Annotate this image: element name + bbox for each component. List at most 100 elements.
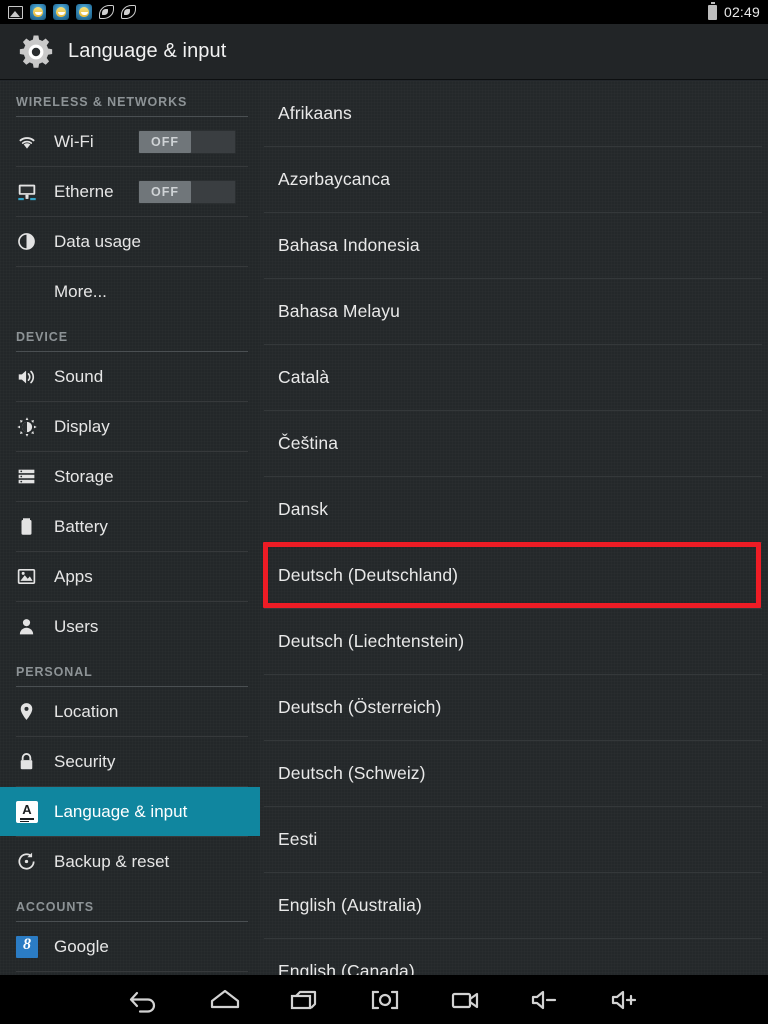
- app-notification-icon-3: [76, 4, 92, 20]
- sidebar-item-label: Display: [54, 417, 110, 437]
- sidebar-item-etherne[interactable]: Etherne OFF: [0, 167, 260, 216]
- settings-content: WIRELESS & NETWORKS Wi-Fi OFF Etherne OFF Dat…: [0, 81, 768, 975]
- home-button[interactable]: [185, 975, 265, 1024]
- sidebar-item-battery[interactable]: Battery: [0, 502, 260, 551]
- sidebar-item-data-usage[interactable]: Data usage: [0, 217, 260, 266]
- toggle-state-label: OFF: [151, 185, 179, 199]
- users-icon: [16, 616, 42, 637]
- language-item-e-tina[interactable]: Čeština: [260, 411, 768, 476]
- sidebar-item-label: Apps: [54, 567, 93, 587]
- etherne-toggle[interactable]: OFF: [138, 180, 236, 204]
- toggle-state-label: OFF: [151, 135, 179, 149]
- screenshot-button[interactable]: [345, 975, 425, 1024]
- page-title: Language & input: [68, 40, 226, 63]
- backup-reset-icon: [16, 851, 42, 872]
- location-pin-icon: [16, 701, 42, 722]
- sidebar-item-display[interactable]: Display: [0, 402, 260, 451]
- settings-gear-icon[interactable]: [14, 30, 58, 74]
- storage-icon: [16, 466, 42, 487]
- language-input-icon: A: [16, 801, 42, 823]
- sidebar-item-wi-fi[interactable]: Wi-Fi OFF: [0, 117, 260, 166]
- sidebar-item-label: Wi-Fi: [54, 132, 94, 152]
- language-item-label: English (Canada): [278, 961, 415, 975]
- language-item-deutsch-liechtenstein[interactable]: Deutsch (Liechtenstein): [260, 609, 768, 674]
- android-settings-screen: 02:49 Language & input WIRELESS & NETWOR…: [0, 0, 768, 1024]
- language-item-label: Dansk: [278, 499, 328, 520]
- sidebar-item-security[interactable]: Security: [0, 737, 260, 786]
- sidebar-group-header: WIRELESS & NETWORKS: [0, 81, 260, 116]
- language-item-label: Deutsch (Österreich): [278, 697, 441, 718]
- app-notification-icon-2: [53, 4, 69, 20]
- sidebar-item-storage[interactable]: Storage: [0, 452, 260, 501]
- leaf-notification-icon-1: [99, 5, 114, 19]
- screen-record-button[interactable]: [425, 975, 505, 1024]
- language-item-eesti[interactable]: Eesti: [260, 807, 768, 872]
- language-item-dansk[interactable]: Dansk: [260, 477, 768, 542]
- app-notification-icon-1: [30, 4, 46, 20]
- display-icon: [16, 416, 42, 438]
- language-item-label: Deutsch (Deutschland): [278, 565, 458, 586]
- status-bar-clock: 02:49: [724, 4, 760, 20]
- sidebar-item-label: Users: [54, 617, 98, 637]
- language-list-pane[interactable]: Afrikaans AzərbaycancaBahasa Indonesia Bah…: [260, 81, 768, 975]
- gallery-screenshot-icon: [8, 6, 23, 19]
- sidebar-item-language-input[interactable]: A Language & input: [0, 787, 260, 836]
- sidebar-item-label: Backup & reset: [54, 852, 169, 872]
- sidebar-item-label: Battery: [54, 517, 108, 537]
- language-item-english-canada[interactable]: English (Canada): [260, 939, 768, 975]
- sidebar-item-label: Sound: [54, 367, 103, 387]
- language-item-catal[interactable]: Català: [260, 345, 768, 410]
- sidebar-item-google[interactable]: 8 Google: [0, 922, 260, 971]
- language-item-bahasa-melayu[interactable]: Bahasa Melayu: [260, 279, 768, 344]
- wi-fi-toggle[interactable]: OFF: [138, 130, 236, 154]
- sidebar-group-header: PERSONAL: [0, 651, 260, 686]
- recents-button[interactable]: [265, 975, 345, 1024]
- language-item-deutsch-deutschland[interactable]: Deutsch (Deutschland): [260, 543, 768, 608]
- language-item-label: Català: [278, 367, 329, 388]
- sidebar-item-more[interactable]: More...: [0, 267, 260, 316]
- sidebar-item-label: Data usage: [54, 232, 141, 252]
- sidebar-item-label: Google: [54, 937, 109, 957]
- language-item-deutsch-schweiz[interactable]: Deutsch (Schweiz): [260, 741, 768, 806]
- volume-down-button[interactable]: [505, 975, 585, 1024]
- language-item-afrikaans[interactable]: Afrikaans: [260, 81, 768, 146]
- sidebar-item-sound[interactable]: Sound: [0, 352, 260, 401]
- navigation-bar: [0, 975, 768, 1024]
- settings-sidebar[interactable]: WIRELESS & NETWORKS Wi-Fi OFF Etherne OFF Dat…: [0, 81, 260, 975]
- battery-icon: [16, 516, 42, 537]
- google-account-icon: 8: [16, 936, 42, 958]
- sidebar-item-label: Etherne: [54, 182, 114, 202]
- toggle-thumb: OFF: [139, 181, 191, 203]
- status-bar-system-icons: 02:49: [708, 4, 760, 20]
- toggle-thumb: OFF: [139, 131, 191, 153]
- language-item-label: Eesti: [278, 829, 317, 850]
- sidebar-item-apps[interactable]: Apps: [0, 552, 260, 601]
- sidebar-item-users[interactable]: Users: [0, 602, 260, 651]
- sidebar-item-label: Language & input: [54, 802, 187, 822]
- language-item-bahasa-indonesia[interactable]: Bahasa Indonesia: [260, 213, 768, 278]
- sidebar-item-label: More...: [54, 282, 107, 302]
- language-item-az-rbaycanca[interactable]: Azərbaycanca: [260, 147, 768, 212]
- sound-icon: [16, 366, 42, 388]
- language-item-label: Čeština: [278, 433, 338, 454]
- data-usage-icon: [16, 231, 42, 252]
- sidebar-group-header: DEVICE: [0, 316, 260, 351]
- wifi-icon: [16, 131, 42, 153]
- language-item-label: English (Australia): [278, 895, 422, 916]
- volume-up-button[interactable]: [585, 975, 665, 1024]
- sidebar-item-backup-reset[interactable]: Backup & reset: [0, 837, 260, 886]
- language-item-deutsch-sterreich[interactable]: Deutsch (Österreich): [260, 675, 768, 740]
- battery-icon: [708, 5, 717, 20]
- ethernet-icon: [16, 181, 42, 203]
- leaf-notification-icon-2: [121, 5, 136, 19]
- back-button[interactable]: [105, 975, 185, 1024]
- language-item-label: Deutsch (Schweiz): [278, 763, 426, 784]
- language-item-label: Bahasa Melayu: [278, 301, 400, 322]
- sidebar-item-location[interactable]: Location: [0, 687, 260, 736]
- language-item-label: Deutsch (Liechtenstein): [278, 631, 464, 652]
- language-item-label: Afrikaans: [278, 103, 352, 124]
- language-item-english-australia[interactable]: English (Australia): [260, 873, 768, 938]
- apps-icon: [16, 566, 42, 587]
- status-bar: 02:49: [0, 0, 768, 24]
- sidebar-item-label: Security: [54, 752, 115, 772]
